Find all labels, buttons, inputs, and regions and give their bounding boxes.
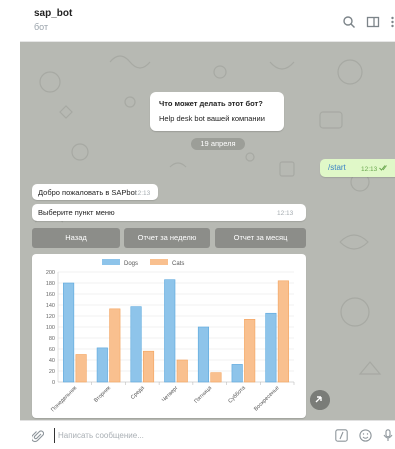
- chat-subtitle: бот: [34, 22, 49, 32]
- incoming-message-menu[interactable]: Выберите пункт меню 12:13: [32, 204, 306, 221]
- x-tick-label: Вторник: [93, 385, 112, 404]
- incoming-message-time: 12:13: [277, 210, 294, 217]
- bar-cats: [176, 359, 188, 383]
- x-tick-label: Среда: [130, 385, 146, 401]
- side-panel-icon[interactable]: [366, 15, 380, 29]
- outgoing-message-text[interactable]: /start: [328, 163, 346, 172]
- more-icon[interactable]: [390, 15, 395, 29]
- bar-cats: [277, 280, 289, 383]
- y-tick-label: 140: [46, 303, 55, 309]
- bar-dogs: [96, 347, 108, 383]
- incoming-message-text: Выберите пункт меню: [38, 208, 115, 217]
- bot-info-card: Что может делать этот бот? Help desk bot…: [150, 92, 284, 131]
- month-report-button[interactable]: Отчет за месяц: [215, 228, 306, 248]
- attach-icon[interactable]: [32, 429, 44, 443]
- y-tick-label: 160: [46, 292, 55, 298]
- bar-cats: [75, 354, 87, 383]
- back-button[interactable]: Назад: [32, 228, 120, 248]
- incoming-message-welcome[interactable]: Добро пожаловать в SAPbot 12:13: [32, 184, 158, 200]
- incoming-message-text: Добро пожаловать в SAPbot: [38, 188, 137, 197]
- x-tick-label: Воскресенье: [253, 385, 280, 412]
- y-tick-label: 40: [49, 358, 55, 364]
- bar-dogs: [164, 279, 176, 383]
- legend-label: Dogs: [124, 261, 138, 267]
- message-composer: [20, 420, 395, 449]
- incoming-message-time: 12:13: [134, 190, 151, 197]
- bar-cats: [244, 319, 256, 383]
- bar-dogs: [265, 312, 277, 383]
- microphone-icon[interactable]: [383, 429, 393, 442]
- bar-cats: [109, 308, 121, 383]
- chat-area[interactable]: Что может делать этот бот? Help desk bot…: [20, 42, 395, 420]
- y-tick-label: 0: [52, 380, 55, 386]
- chart-message[interactable]: Dogs Cats 0 20 40 60 80 100 120 140 160 180 200 Понед…: [32, 254, 306, 418]
- bot-info-title: Что может делать этот бот?: [159, 99, 263, 108]
- x-tick-label: Четверг: [161, 385, 179, 403]
- y-tick-label: 60: [49, 347, 55, 353]
- x-tick-label: Понедельник: [50, 385, 78, 413]
- bar-dogs: [231, 364, 243, 383]
- week-report-button[interactable]: Отчет за неделю: [124, 228, 210, 248]
- message-input[interactable]: [54, 428, 294, 443]
- y-tick-label: 20: [49, 369, 55, 375]
- bar-dogs: [130, 306, 142, 383]
- emoji-icon[interactable]: [359, 429, 372, 442]
- y-tick-label: 80: [49, 336, 55, 342]
- y-tick-label: 200: [46, 270, 55, 276]
- bar-dogs: [197, 326, 210, 383]
- bar-cats: [210, 372, 222, 383]
- legend-swatch: [150, 259, 168, 265]
- chat-header: sap_bot бот: [20, 0, 395, 42]
- search-icon[interactable]: [342, 15, 356, 29]
- bar-dogs: [63, 282, 75, 383]
- y-tick-label: 180: [46, 281, 55, 287]
- bar-cats: [142, 350, 155, 383]
- bot-command-icon[interactable]: [335, 429, 348, 442]
- chat-title: sap_bot: [34, 8, 73, 19]
- bar-chart: Dogs Cats 0 20 40 60 80 100 120 140 160 180 200 Понед…: [46, 259, 295, 413]
- y-tick-label: 120: [46, 314, 55, 320]
- double-check-icon: [379, 165, 387, 171]
- x-tick-label: Суббота: [227, 385, 247, 405]
- date-separator: 19 апреля: [191, 138, 245, 150]
- x-tick-label: Пятница: [193, 385, 213, 405]
- legend-swatch: [102, 259, 120, 265]
- bot-info-text: Help desk bot вашей компании: [159, 114, 265, 123]
- outgoing-message-time: 12:13: [361, 165, 389, 173]
- scroll-down-button[interactable]: [310, 390, 330, 410]
- legend-label: Cats: [172, 261, 184, 267]
- y-tick-label: 100: [46, 325, 55, 331]
- outgoing-message[interactable]: /start 12:13: [320, 159, 395, 177]
- outgoing-time-label: 12:13: [361, 166, 378, 173]
